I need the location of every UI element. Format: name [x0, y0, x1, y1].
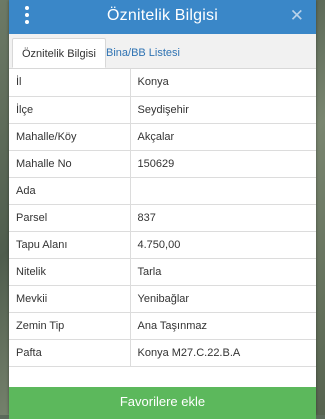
table-row: Parsel 837 [9, 204, 316, 232]
attribute-panel: Öznitelik Bilgisi ✕ Öznitelik Bilgisi Bi… [9, 0, 316, 419]
table-row: İl Konya [9, 69, 316, 97]
table-row: Mahalle No 150629 [9, 150, 316, 178]
row-value: Konya [130, 69, 316, 97]
row-key: Mahalle/Köy [9, 123, 131, 151]
row-key: Tapu Alanı [9, 231, 131, 259]
row-key: Zemin Tip [9, 312, 131, 340]
close-icon[interactable]: ✕ [290, 6, 304, 26]
row-value [130, 177, 316, 205]
row-key: Nitelik [9, 258, 131, 286]
row-value: Yenibağlar [130, 285, 316, 313]
table-row: Ada [9, 177, 316, 205]
add-to-favorites-button[interactable]: Favorilere ekle [9, 387, 316, 419]
row-value: 837 [130, 204, 316, 232]
panel-header: Öznitelik Bilgisi ✕ [9, 0, 316, 34]
panel-title: Öznitelik Bilgisi [107, 7, 218, 24]
row-value: Konya M27.C.22.B.A [130, 339, 316, 367]
row-value: Tarla [130, 258, 316, 286]
table-row: Nitelik Tarla [9, 258, 316, 286]
row-value: Ana Taşınmaz [130, 312, 316, 340]
row-key: İl [9, 69, 131, 97]
tab-building-list[interactable]: Bina/BB Listesi [97, 38, 189, 68]
row-value: 4.750,00 [130, 231, 316, 259]
row-value: 150629 [130, 150, 316, 178]
tab-attributes[interactable]: Öznitelik Bilgisi [12, 38, 106, 68]
table-row: Mevkii Yenibağlar [9, 285, 316, 313]
table-row: Pafta Konya M27.C.22.B.A [9, 339, 316, 367]
row-key: İlçe [9, 96, 131, 124]
row-value: Seydişehir [130, 96, 316, 124]
table-row: Tapu Alanı 4.750,00 [9, 231, 316, 259]
attribute-table: İl Konya İlçe Seydişehir Mahalle/Köy Akçala… [9, 69, 316, 367]
table-row: İlçe Seydişehir [9, 96, 316, 124]
row-value: Akçalar [130, 123, 316, 151]
row-key: Ada [9, 177, 131, 205]
table-row: Mahalle/Köy Akçalar [9, 123, 316, 151]
row-key: Pafta [9, 339, 131, 367]
row-key: Mahalle No [9, 150, 131, 178]
row-key: Parsel [9, 204, 131, 232]
table-row: Zemin Tip Ana Taşınmaz [9, 312, 316, 340]
tab-bar: Öznitelik Bilgisi Bina/BB Listesi [9, 34, 316, 69]
row-key: Mevkii [9, 285, 131, 313]
